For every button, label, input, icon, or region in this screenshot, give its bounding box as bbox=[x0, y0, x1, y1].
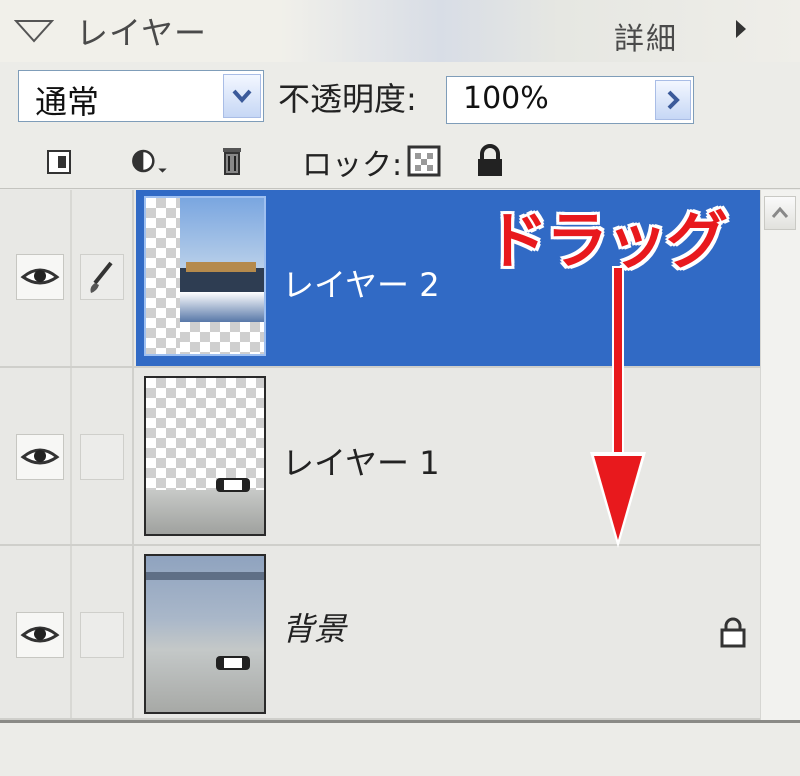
lock-all-icon[interactable] bbox=[470, 144, 510, 178]
eye-icon bbox=[20, 268, 60, 285]
brush-link-toggle[interactable] bbox=[80, 254, 124, 300]
layer-name[interactable]: 背景 bbox=[282, 604, 346, 650]
visibility-toggle[interactable] bbox=[16, 254, 64, 300]
scroll-up-button[interactable] bbox=[764, 196, 796, 230]
sky-image bbox=[180, 198, 264, 268]
eye-icon bbox=[20, 626, 60, 643]
panel-title: レイヤー bbox=[76, 14, 208, 52]
column-divider bbox=[70, 546, 72, 718]
cat-image-patch bbox=[224, 658, 242, 668]
link-toggle[interactable] bbox=[80, 612, 124, 658]
opacity-value: 100% bbox=[463, 81, 549, 116]
column-divider bbox=[70, 190, 72, 366]
lock-label: ロック: bbox=[302, 148, 403, 183]
link-toggle[interactable] bbox=[80, 434, 124, 480]
blend-mode-value: 通常 bbox=[35, 83, 100, 121]
chevron-up-icon bbox=[771, 206, 789, 218]
eye-icon bbox=[20, 448, 60, 465]
layer-name[interactable]: レイヤー 1 bbox=[282, 438, 440, 484]
transparency-pattern bbox=[180, 322, 264, 354]
blend-dropdown-button[interactable] bbox=[223, 74, 261, 118]
cat-image-patch bbox=[224, 480, 242, 490]
blend-mode-select[interactable]: 通常 bbox=[18, 70, 264, 122]
layers-scrollbar[interactable] bbox=[760, 190, 800, 720]
more-options-label[interactable]: 詳細 bbox=[614, 14, 678, 58]
visibility-toggle[interactable] bbox=[16, 612, 64, 658]
layer-name[interactable]: レイヤー 2 bbox=[282, 260, 440, 306]
column-divider bbox=[132, 368, 134, 544]
rocks-image bbox=[186, 262, 256, 272]
panel-footer bbox=[0, 720, 800, 776]
layer-thumbnail bbox=[144, 554, 266, 714]
brush-icon bbox=[90, 261, 113, 293]
column-divider bbox=[132, 546, 134, 718]
trash-icon[interactable] bbox=[212, 144, 252, 178]
horizon-image bbox=[146, 572, 264, 580]
transparency-pattern bbox=[146, 198, 180, 354]
opacity-slider-button[interactable] bbox=[655, 80, 691, 120]
layer-lock-icon bbox=[720, 617, 746, 648]
more-options-arrow-icon[interactable] bbox=[734, 18, 748, 40]
wave-image bbox=[180, 292, 264, 322]
visibility-toggle[interactable] bbox=[16, 434, 64, 480]
new-layer-icon[interactable] bbox=[40, 144, 80, 178]
layer-row-background[interactable]: 背景 bbox=[0, 546, 760, 720]
layer-thumbnail bbox=[144, 196, 266, 356]
column-divider bbox=[132, 190, 134, 366]
panel-header: レイヤー 詳細 bbox=[0, 0, 800, 63]
chevron-right-icon bbox=[667, 90, 680, 110]
blend-opacity-row: 通常 不透明度: 100% bbox=[0, 62, 800, 132]
opacity-field[interactable]: 100% bbox=[446, 76, 694, 124]
collapse-triangle-icon[interactable] bbox=[14, 18, 54, 44]
chevron-down-icon bbox=[232, 89, 252, 104]
adjustment-layer-icon[interactable] bbox=[130, 144, 170, 178]
lock-transparency-icon[interactable] bbox=[404, 144, 444, 178]
column-divider bbox=[70, 368, 72, 544]
opacity-label: 不透明度: bbox=[278, 80, 417, 118]
ground-image bbox=[146, 490, 264, 534]
layer-thumbnail bbox=[144, 376, 266, 536]
drag-arrow-icon bbox=[590, 266, 646, 548]
layer-tools-row: ロック: bbox=[0, 132, 800, 189]
